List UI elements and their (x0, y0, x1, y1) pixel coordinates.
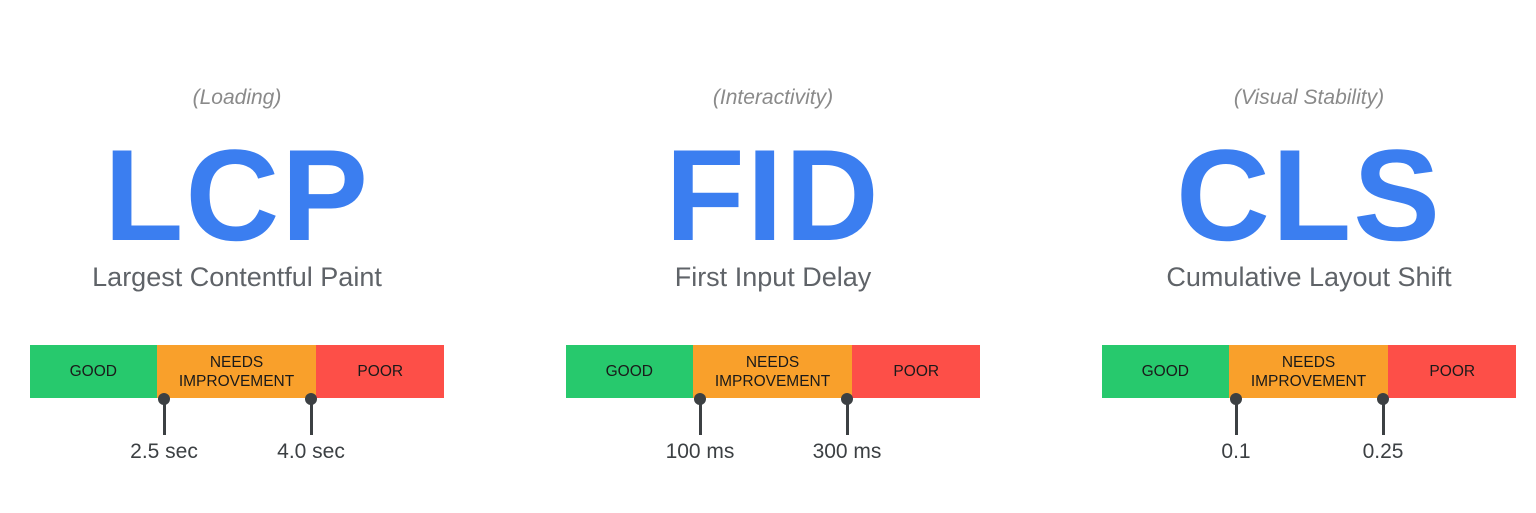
segment-needs-improvement: NEEDS IMPROVEMENT (156, 345, 317, 398)
threshold-label-poor: 4.0 sec (277, 440, 345, 463)
marker-stem (163, 399, 166, 435)
threshold-marker (1377, 393, 1389, 435)
marker-stem (1382, 399, 1385, 435)
metric-lcp: (Loading) LCP Largest Contentful Paint G… (30, 0, 445, 513)
metric-category: (Interactivity) (712, 86, 834, 109)
threshold-label-poor: 0.25 (1362, 440, 1404, 463)
threshold-label-good: 2.5 sec (130, 440, 198, 463)
segment-poor: POOR (316, 345, 445, 398)
marker-stem (699, 399, 702, 435)
threshold-label-good: 0.1 (1221, 440, 1251, 463)
marker-stem (1235, 399, 1238, 435)
metric-abbreviation: LCP (104, 122, 370, 268)
segment-good: GOOD (1102, 345, 1229, 398)
segment-good: GOOD (30, 345, 157, 398)
marker-stem (846, 399, 849, 435)
metric-category: (Visual Stability) (1233, 86, 1385, 109)
segment-good: GOOD (566, 345, 693, 398)
metric-full-name: First Input Delay (674, 262, 872, 292)
metric-full-name: Largest Contentful Paint (92, 262, 382, 292)
threshold-marker (158, 393, 170, 435)
threshold-marker (305, 393, 317, 435)
metric-abbreviation: FID (665, 122, 881, 268)
threshold-bar: GOOD NEEDS IMPROVEMENT POOR (30, 345, 445, 398)
metric-cls: (Visual Stability) CLS Cumulative Layout… (1102, 0, 1517, 513)
metric-category: (Loading) (192, 86, 282, 109)
threshold-label-poor: 300 ms (812, 440, 882, 463)
marker-stem (310, 399, 313, 435)
segment-needs-improvement: NEEDS IMPROVEMENT (692, 345, 853, 398)
metric-full-name: Cumulative Layout Shift (1166, 262, 1452, 292)
threshold-label-good: 100 ms (665, 440, 735, 463)
segment-poor: POOR (1388, 345, 1517, 398)
segment-needs-improvement: NEEDS IMPROVEMENT (1228, 345, 1389, 398)
metric-fid: (Interactivity) FID First Input Delay GO… (566, 0, 981, 513)
threshold-bar: GOOD NEEDS IMPROVEMENT POOR (1102, 345, 1517, 398)
segment-poor: POOR (852, 345, 981, 398)
threshold-bar: GOOD NEEDS IMPROVEMENT POOR (566, 345, 981, 398)
metric-abbreviation: CLS (1176, 122, 1442, 268)
threshold-marker (694, 393, 706, 435)
threshold-marker (841, 393, 853, 435)
threshold-marker (1230, 393, 1242, 435)
